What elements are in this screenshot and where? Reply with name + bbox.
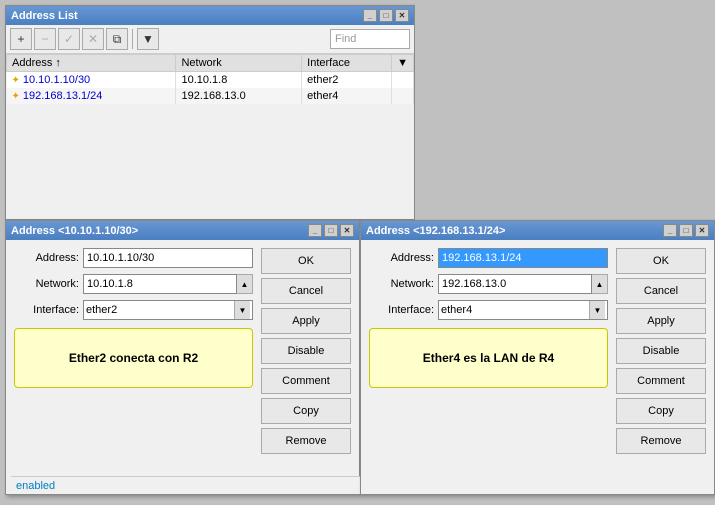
detail2-controls: _ □ ✕ xyxy=(663,224,709,237)
network-label-2: Network: xyxy=(369,278,434,290)
col-network[interactable]: Network xyxy=(176,55,302,72)
detail2-title: Address <192.168.13.1/24> xyxy=(366,225,505,237)
detail2-minimize[interactable]: _ xyxy=(663,224,677,237)
detail1-titlebar: Address <10.10.1.10/30> _ □ ✕ xyxy=(6,221,359,240)
detail1-buttons: OK Cancel Apply Disable Comment Copy Rem… xyxy=(261,248,351,454)
remove-toolbar-button[interactable]: − xyxy=(34,28,56,50)
minimize-button[interactable]: _ xyxy=(363,9,377,22)
address-list-titlebar: Address List _ □ ✕ xyxy=(6,6,414,25)
address-list-controls: _ □ ✕ xyxy=(363,9,409,22)
copy-toolbar-button[interactable]: ⧉ xyxy=(106,28,128,50)
comment-button-2[interactable]: Comment xyxy=(616,368,706,394)
address-field-row: Address: xyxy=(14,248,253,268)
interface-field-row-2: Interface: ether4 ▼ xyxy=(369,300,608,320)
remove-button-2[interactable]: Remove xyxy=(616,428,706,454)
copy-button-1[interactable]: Copy xyxy=(261,398,351,424)
detail2-left: Address: Network: ▲ Interface: ether4 ▼ … xyxy=(369,248,608,454)
comment-button-1[interactable]: Comment xyxy=(261,368,351,394)
status-bar-1: enabled xyxy=(11,476,366,494)
apply-button-1[interactable]: Apply xyxy=(261,308,351,334)
network-input-1[interactable] xyxy=(83,274,237,294)
address-label: Address: xyxy=(14,252,79,264)
maximize-button[interactable]: □ xyxy=(379,9,393,22)
clear-button[interactable]: ✕ xyxy=(82,28,104,50)
cancel-button-1[interactable]: Cancel xyxy=(261,278,351,304)
apply-button-2[interactable]: Apply xyxy=(616,308,706,334)
table-row[interactable]: ✦10.10.1.10/30 10.10.1.8 ether2 xyxy=(7,72,414,89)
address-table-container: Address ↑ Network Interface ▼ ✦10.10.1.1… xyxy=(6,54,414,207)
copy-button-2[interactable]: Copy xyxy=(616,398,706,424)
find-input[interactable] xyxy=(330,29,410,49)
interface-label-2: Interface: xyxy=(369,304,434,316)
interface-value-1: ether2 xyxy=(86,304,117,316)
interface-dropdown-arrow-2[interactable]: ▼ xyxy=(589,301,605,319)
tooltip-1: Ether2 conecta con R2 xyxy=(14,328,253,388)
network-up-btn-1[interactable]: ▲ xyxy=(237,274,253,294)
address-list-window: Address List _ □ ✕ + − ✓ ✕ ⧉ ▼ Address ↑… xyxy=(5,5,415,220)
detail2-content: Address: Network: ▲ Interface: ether4 ▼ … xyxy=(361,240,714,462)
network-field-container-2: ▲ xyxy=(438,274,608,294)
table-row[interactable]: ✦192.168.13.1/24 192.168.13.0 ether4 xyxy=(7,88,414,104)
disable-button-2[interactable]: Disable xyxy=(616,338,706,364)
ok-button-2[interactable]: OK xyxy=(616,248,706,274)
interface-label: Interface: xyxy=(14,304,79,316)
gray-area xyxy=(415,5,710,220)
address-field-row-2: Address: xyxy=(369,248,608,268)
interface-dropdown-arrow-1[interactable]: ▼ xyxy=(234,301,250,319)
ok-button-1[interactable]: OK xyxy=(261,248,351,274)
detail2-titlebar: Address <192.168.13.1/24> _ □ ✕ xyxy=(361,221,714,240)
cancel-button-2[interactable]: Cancel xyxy=(616,278,706,304)
network-label: Network: xyxy=(14,278,79,290)
detail2-buttons: OK Cancel Apply Disable Comment Copy Rem… xyxy=(616,248,706,454)
row1-network: 10.10.1.8 xyxy=(176,72,302,89)
col-interface[interactable]: Interface xyxy=(302,55,392,72)
detail1-minimize[interactable]: _ xyxy=(308,224,322,237)
network-field-container: ▲ xyxy=(83,274,253,294)
detail1-content: Address: Network: ▲ Interface: ether2 ▼ … xyxy=(6,240,359,462)
row1-interface: ether2 xyxy=(302,72,392,89)
interface-dropdown-2[interactable]: ether4 ▼ xyxy=(438,300,608,320)
network-input-2[interactable] xyxy=(438,274,592,294)
network-field-row: Network: ▲ xyxy=(14,274,253,294)
address-list-title: Address List xyxy=(11,10,78,22)
address-table: Address ↑ Network Interface ▼ ✦10.10.1.1… xyxy=(6,54,414,104)
row1-extra xyxy=(392,72,414,89)
row1-address: ✦10.10.1.10/30 xyxy=(7,72,176,89)
close-button[interactable]: ✕ xyxy=(395,9,409,22)
filter-button[interactable]: ▼ xyxy=(137,28,159,50)
disable-button-1[interactable]: Disable xyxy=(261,338,351,364)
toolbar-separator xyxy=(132,29,133,49)
detail1-maximize[interactable]: □ xyxy=(324,224,338,237)
address-list-toolbar: + − ✓ ✕ ⧉ ▼ xyxy=(6,25,414,54)
network-field-row-2: Network: ▲ xyxy=(369,274,608,294)
address-input-2[interactable] xyxy=(438,248,608,268)
status-text-1: enabled xyxy=(16,480,55,492)
row2-extra xyxy=(392,88,414,104)
interface-value-2: ether4 xyxy=(441,304,472,316)
col-address[interactable]: Address ↑ xyxy=(7,55,176,72)
interface-field-row: Interface: ether2 ▼ xyxy=(14,300,253,320)
address-label-2: Address: xyxy=(369,252,434,264)
add-button[interactable]: + xyxy=(10,28,32,50)
detail-window-1: Address <10.10.1.10/30> _ □ ✕ Address: N… xyxy=(5,220,360,495)
remove-button-1[interactable]: Remove xyxy=(261,428,351,454)
detail1-left: Address: Network: ▲ Interface: ether2 ▼ … xyxy=(14,248,253,454)
detail1-close[interactable]: ✕ xyxy=(340,224,354,237)
detail-window-2: Address <192.168.13.1/24> _ □ ✕ Address:… xyxy=(360,220,715,495)
network-up-btn-2[interactable]: ▲ xyxy=(592,274,608,294)
detail2-maximize[interactable]: □ xyxy=(679,224,693,237)
address-input-1[interactable] xyxy=(83,248,253,268)
tooltip-2: Ether4 es la LAN de R4 xyxy=(369,328,608,388)
detail1-controls: _ □ ✕ xyxy=(308,224,354,237)
col-filter[interactable]: ▼ xyxy=(392,55,414,72)
row2-network: 192.168.13.0 xyxy=(176,88,302,104)
check-button[interactable]: ✓ xyxy=(58,28,80,50)
row2-address: ✦192.168.13.1/24 xyxy=(7,88,176,104)
detail2-close[interactable]: ✕ xyxy=(695,224,709,237)
interface-dropdown-1[interactable]: ether2 ▼ xyxy=(83,300,253,320)
row2-interface: ether4 xyxy=(302,88,392,104)
detail1-title: Address <10.10.1.10/30> xyxy=(11,225,138,237)
